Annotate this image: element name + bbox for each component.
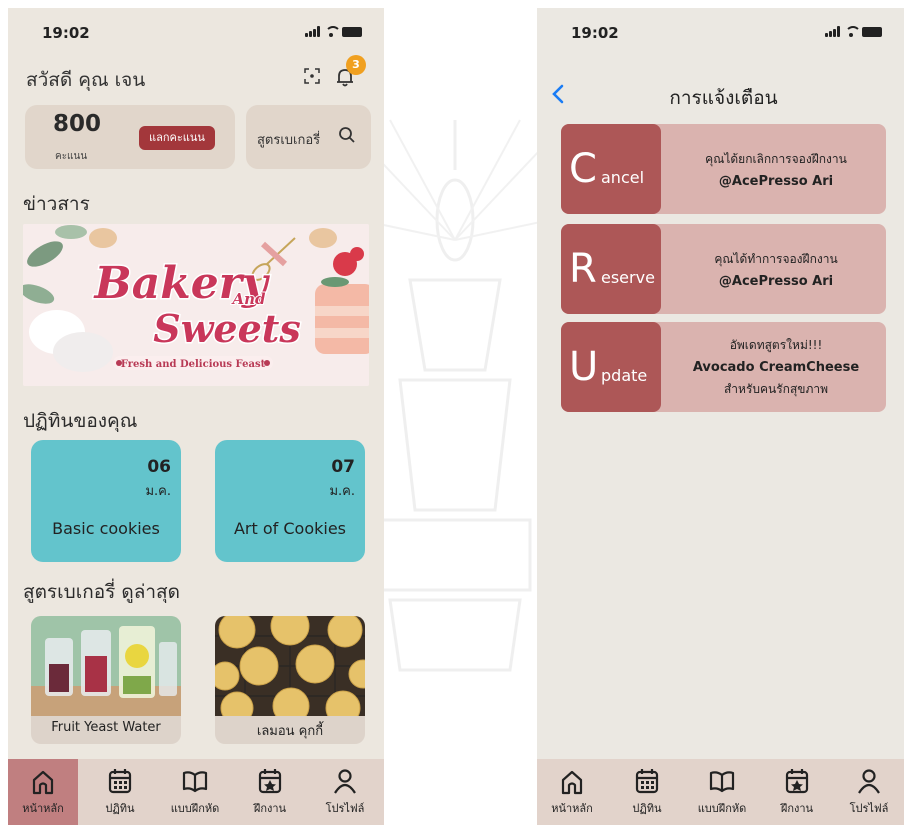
status-bar: 19:02 xyxy=(537,22,904,44)
signal-icon xyxy=(825,26,840,37)
notification-detail: @AcePresso Ari xyxy=(718,173,834,189)
nav-item-exercises[interactable]: แบบฝึกหัด xyxy=(160,767,230,817)
banner-tagline: Fresh and Delicious Feast xyxy=(121,359,266,370)
news-banner[interactable]: Fresh and Delicious Feast Bakery And Swe… xyxy=(23,224,369,386)
notification-type-initial: R xyxy=(569,246,597,292)
notifications-screen: 19:02 การแจ้งเตือน C ancel คุณได้ยกเลิกก… xyxy=(537,8,904,825)
points-unit: คะแนน xyxy=(55,151,88,162)
book-icon xyxy=(709,771,735,793)
status-bar: 19:02 xyxy=(8,22,384,44)
calendar-icon xyxy=(108,769,132,794)
nav-label: ฝึกงาน xyxy=(780,802,814,815)
signal-icon xyxy=(305,26,320,37)
notification-type-initial: U xyxy=(569,344,599,390)
recipe-name: เลมอน คุกกี้ xyxy=(256,724,324,739)
notification-message: อัพเดทสูตรใหม่!!! xyxy=(729,337,823,352)
nav-label: ปฏิทิน xyxy=(105,802,135,815)
notification-type-label: R eserve xyxy=(561,224,661,314)
nav-item-profile[interactable]: โปรไฟล์ xyxy=(834,767,904,817)
nav-label: โปรไฟล์ xyxy=(325,802,365,815)
nav-item-home[interactable]: หน้าหลัก xyxy=(537,767,607,817)
notification-item-cancel[interactable]: C ancel คุณได้ยกเลิกการจองฝึกงาน @AcePre… xyxy=(561,124,886,214)
internship-icon xyxy=(785,769,809,794)
notification-type-initial: C xyxy=(569,146,597,192)
status-time: 19:02 xyxy=(571,24,619,42)
fruit-yeast-water-image xyxy=(31,616,181,716)
recipe-search-label: สูตรเบเกอรี่ xyxy=(257,133,321,148)
recipes-section-title: สูตรเบเกอรี่ ดูล่าสุด xyxy=(23,581,180,603)
notification-extra: สำหรับคนรักสุขภาพ xyxy=(723,381,829,396)
profile-icon xyxy=(858,769,880,794)
watermark-emblem xyxy=(370,119,540,672)
nav-item-calendar[interactable]: ปฏิทิน xyxy=(612,767,682,817)
class-card[interactable]: 06 ม.ค. Basic cookies xyxy=(31,440,181,562)
notification-badge: 3 xyxy=(346,55,366,75)
class-month: ม.ค. xyxy=(145,484,171,499)
notification-message: คุณได้ยกเลิกการจองฝึกงาน xyxy=(705,151,847,166)
nav-label: แบบฝึกหัด xyxy=(697,802,747,815)
bottom-nav: หน้าหลัก ปฏิทิน แบบฝึกหัด ฝึกงาน โปรไฟล์ xyxy=(537,759,904,825)
battery-icon xyxy=(342,26,362,37)
nav-label: โปรไฟล์ xyxy=(849,802,889,815)
nav-item-internship[interactable]: ฝึกงาน xyxy=(762,767,832,817)
nav-item-profile[interactable]: โปรไฟล์ xyxy=(310,767,380,817)
nav-label: แบบฝึกหัด xyxy=(170,802,220,815)
calendar-icon xyxy=(635,769,659,794)
class-month: ม.ค. xyxy=(329,484,355,499)
wifi-icon xyxy=(324,26,341,37)
class-name: Basic cookies xyxy=(52,519,160,538)
greeting-text: สวัสดี คุณ เจน xyxy=(26,69,146,91)
recipe-card[interactable]: Fruit Yeast Water xyxy=(31,616,181,744)
notification-type-rest: ancel xyxy=(601,168,645,187)
scan-icon[interactable] xyxy=(304,68,320,84)
nav-item-home[interactable]: หน้าหลัก xyxy=(8,759,78,825)
wifi-icon xyxy=(844,26,861,37)
bottom-nav: หน้าหลัก ปฏิทิน แบบฝึกหัด ฝึกงาน โปรไฟล์ xyxy=(8,759,384,825)
notification-detail: @AcePresso Ari xyxy=(718,273,834,289)
notification-type-rest: eserve xyxy=(601,268,655,287)
nav-label: ปฏิทิน xyxy=(632,802,662,815)
notification-message: คุณได้ทำการจองฝึกงาน xyxy=(714,251,838,266)
notification-detail: Avocado CreamCheese xyxy=(692,359,860,375)
class-day: 06 xyxy=(147,457,171,477)
nav-label: หน้าหลัก xyxy=(22,802,64,815)
home-icon xyxy=(561,770,583,795)
book-icon xyxy=(182,771,208,793)
news-section-title: ข่าวสาร xyxy=(23,193,90,215)
points-value: 800 xyxy=(53,111,102,137)
nav-item-calendar[interactable]: ปฏิทิน xyxy=(85,767,155,817)
notifications-title: การแจ้งเตือน xyxy=(669,87,778,109)
redeem-points-button[interactable]: แลกคะแนน xyxy=(139,126,215,150)
notification-type-label: U pdate xyxy=(561,322,661,412)
recipe-search-button[interactable]: สูตรเบเกอรี่ xyxy=(246,105,371,169)
recipe-card[interactable]: เลมอน คุกกี้ xyxy=(215,616,365,744)
profile-icon xyxy=(334,769,356,794)
nav-item-exercises[interactable]: แบบฝึกหัด xyxy=(687,767,757,817)
nav-label: ฝึกงาน xyxy=(253,802,287,815)
home-screen: 19:02 สวัสดี คุณ เจน 3 800 คะแนน แลกคะแน… xyxy=(8,8,384,825)
battery-icon xyxy=(862,26,882,37)
notification-item-reserve[interactable]: R eserve คุณได้ทำการจองฝึกงาน @AcePresso… xyxy=(561,224,886,314)
class-name: Art of Cookies xyxy=(233,519,347,538)
lemon-cookie-image xyxy=(215,616,365,716)
notification-type-rest: pdate xyxy=(601,366,648,385)
nav-label: หน้าหลัก xyxy=(551,802,593,815)
recipe-name: Fruit Yeast Water xyxy=(51,720,161,735)
internship-icon xyxy=(258,769,282,794)
notification-item-update[interactable]: U pdate อัพเดทสูตรใหม่!!! Avocado CreamC… xyxy=(561,322,886,412)
class-day: 07 xyxy=(331,457,355,477)
home-icon xyxy=(32,770,54,795)
nav-item-internship[interactable]: ฝึกงาน xyxy=(235,767,305,817)
class-card[interactable]: 07 ม.ค. Art of Cookies xyxy=(215,440,365,562)
schedule-section-title: ปฏิทินของคุณ xyxy=(23,410,138,432)
banner-title-line2: Sweets xyxy=(153,306,300,351)
banner-illustration: Fresh and Delicious Feast Bakery And Swe… xyxy=(23,224,369,386)
status-time: 19:02 xyxy=(42,24,90,42)
notification-type-label: C ancel xyxy=(561,124,661,214)
points-card: 800 คะแนน แลกคะแนน xyxy=(25,105,235,169)
search-icon xyxy=(339,127,355,143)
